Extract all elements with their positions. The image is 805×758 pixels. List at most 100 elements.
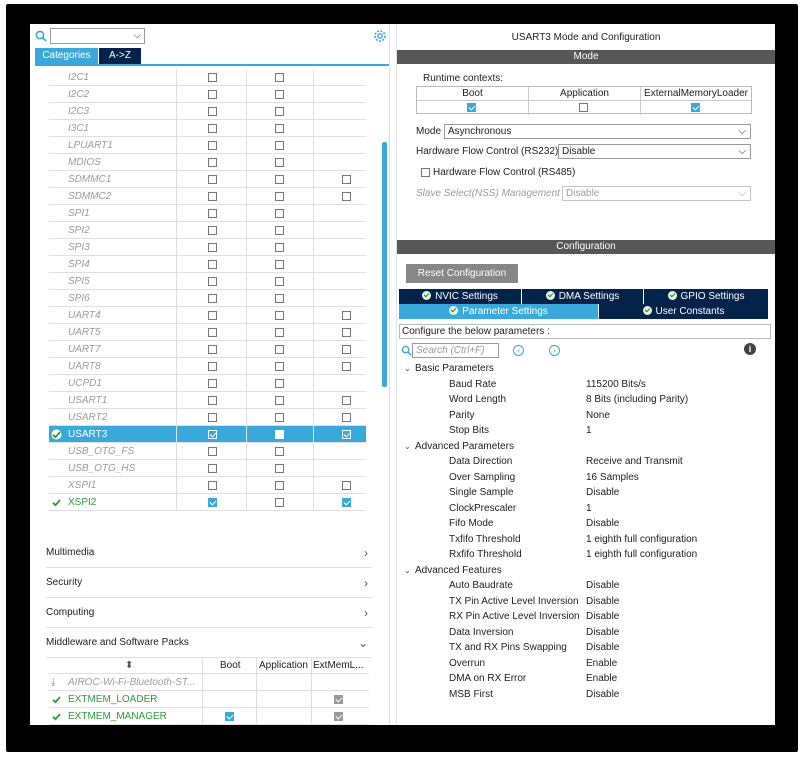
- runtime-application-checkbox[interactable]: [579, 103, 588, 112]
- search-combo[interactable]: ⌵: [50, 28, 145, 44]
- middleware-row[interactable]: EXTMEM_MANAGER: [49, 708, 369, 725]
- boot-checkbox[interactable]: [208, 260, 217, 269]
- parameter-value[interactable]: Disable: [586, 580, 619, 591]
- peripheral-row[interactable]: UCPD1: [49, 375, 366, 392]
- boot-checkbox[interactable]: [208, 430, 217, 439]
- boot-checkbox[interactable]: [208, 328, 217, 337]
- application-checkbox[interactable]: [275, 158, 284, 167]
- boot-checkbox[interactable]: [208, 447, 217, 456]
- search-prev-icon[interactable]: ‹: [513, 345, 524, 356]
- gear-icon[interactable]: [373, 29, 387, 43]
- peripheral-row[interactable]: UART5: [49, 324, 366, 341]
- extmem-checkbox[interactable]: [342, 311, 351, 320]
- splitter[interactable]: [389, 24, 397, 725]
- application-checkbox[interactable]: [275, 141, 284, 150]
- parameter-group[interactable]: ⌄ Basic Parameters: [404, 363, 494, 374]
- peripheral-row[interactable]: USB_OTG_FS: [49, 443, 366, 460]
- peripheral-row[interactable]: SPI5: [49, 273, 366, 290]
- application-checkbox[interactable]: [275, 175, 284, 184]
- tab-parameter-settings[interactable]: Parameter Settings: [399, 304, 598, 319]
- tab-a-to-z[interactable]: A->Z: [99, 48, 141, 64]
- parameter-value[interactable]: Disable: [586, 596, 619, 607]
- extmem-checkbox[interactable]: [342, 362, 351, 371]
- boot-checkbox[interactable]: [208, 73, 217, 82]
- boot-checkbox[interactable]: [208, 413, 217, 422]
- boot-checkbox[interactable]: [208, 481, 217, 490]
- parameter-value[interactable]: 8 Bits (including Parity): [586, 394, 688, 405]
- boot-checkbox[interactable]: [208, 277, 217, 286]
- application-checkbox[interactable]: [275, 226, 284, 235]
- application-checkbox[interactable]: [275, 447, 284, 456]
- peripheral-row[interactable]: I2C2: [49, 86, 366, 103]
- tab-nvic-settings[interactable]: NVIC Settings: [399, 289, 521, 304]
- peripheral-row[interactable]: USART1: [49, 392, 366, 409]
- application-checkbox[interactable]: [275, 413, 284, 422]
- application-checkbox[interactable]: [275, 107, 284, 116]
- application-checkbox[interactable]: [275, 294, 284, 303]
- hwfc-rs485-checkbox[interactable]: [421, 168, 430, 177]
- peripheral-row[interactable]: SPI3: [49, 239, 366, 256]
- extmem-checkbox[interactable]: [342, 396, 351, 405]
- parameter-group[interactable]: ⌄ Advanced Features: [404, 565, 502, 576]
- nss-select[interactable]: Disable ⌵: [562, 186, 751, 201]
- boot-checkbox[interactable]: [208, 90, 217, 99]
- column-header-boot[interactable]: Boot: [220, 657, 241, 674]
- hwfc-rs232-select[interactable]: Disable ⌵: [558, 144, 751, 159]
- boot-checkbox[interactable]: [208, 294, 217, 303]
- parameter-search-input[interactable]: Search (Ctrl+F): [412, 343, 499, 358]
- application-checkbox[interactable]: [275, 379, 284, 388]
- application-checkbox[interactable]: [275, 192, 284, 201]
- tab-user-constants[interactable]: User Constants: [599, 304, 768, 319]
- peripheral-row[interactable]: MDIOS: [49, 154, 366, 171]
- tab-categories[interactable]: Categories: [35, 48, 98, 64]
- boot-checkbox[interactable]: [208, 464, 217, 473]
- column-header-extmem[interactable]: ExtMemL...: [313, 657, 364, 674]
- application-checkbox[interactable]: [275, 362, 284, 371]
- application-checkbox[interactable]: [275, 464, 284, 473]
- category-middleware[interactable]: Middleware and Software Packs ⌄: [46, 628, 372, 658]
- boot-checkbox[interactable]: [208, 107, 217, 116]
- boot-checkbox[interactable]: [208, 158, 217, 167]
- boot-checkbox[interactable]: [208, 243, 217, 252]
- peripheral-row[interactable]: XSPI1: [49, 477, 366, 494]
- boot-checkbox[interactable]: [208, 226, 217, 235]
- category-multimedia[interactable]: Multimedia ›: [46, 538, 372, 568]
- category-security[interactable]: Security ›: [46, 568, 372, 598]
- extmem-checkbox[interactable]: [334, 712, 343, 721]
- runtime-extmem-checkbox[interactable]: [691, 103, 700, 112]
- sort-icon[interactable]: ⬍: [125, 657, 133, 674]
- search-next-icon[interactable]: ›: [549, 345, 560, 356]
- application-checkbox[interactable]: [275, 328, 284, 337]
- parameter-value[interactable]: Disable: [586, 518, 619, 529]
- parameter-value[interactable]: Disable: [586, 689, 619, 700]
- boot-checkbox[interactable]: [208, 345, 217, 354]
- parameter-value[interactable]: Enable: [586, 673, 617, 684]
- peripheral-row[interactable]: XSPI2: [49, 494, 366, 511]
- application-checkbox[interactable]: [275, 277, 284, 286]
- extmem-checkbox[interactable]: [342, 413, 351, 422]
- extmem-checkbox[interactable]: [342, 481, 351, 490]
- parameter-value[interactable]: Enable: [586, 658, 617, 669]
- mode-select[interactable]: Asynchronous ⌵: [444, 124, 751, 139]
- search-icon[interactable]: [35, 30, 47, 42]
- application-checkbox[interactable]: [275, 481, 284, 490]
- boot-checkbox[interactable]: [208, 396, 217, 405]
- peripheral-row[interactable]: SPI4: [49, 256, 366, 273]
- parameter-group[interactable]: ⌄ Advanced Parameters: [404, 441, 514, 452]
- peripheral-row[interactable]: SPI2: [49, 222, 366, 239]
- application-checkbox[interactable]: [275, 209, 284, 218]
- extmem-checkbox[interactable]: [342, 498, 351, 507]
- peripheral-row[interactable]: I2C3: [49, 103, 366, 120]
- application-checkbox[interactable]: [275, 90, 284, 99]
- reset-configuration-button[interactable]: Reset Configuration: [406, 264, 518, 283]
- application-checkbox[interactable]: [275, 73, 284, 82]
- boot-checkbox[interactable]: [208, 192, 217, 201]
- peripheral-row[interactable]: SDMMC1: [49, 171, 366, 188]
- extmem-checkbox[interactable]: [342, 345, 351, 354]
- application-checkbox[interactable]: [275, 430, 284, 439]
- peripheral-row[interactable]: I3C1: [49, 120, 366, 137]
- extmem-checkbox[interactable]: [342, 430, 351, 439]
- middleware-row[interactable]: ⤓ AIROC-Wi-Fi-Bluetooth-ST...: [49, 674, 369, 691]
- extmem-checkbox[interactable]: [342, 192, 351, 201]
- parameter-value[interactable]: 115200 Bits/s: [586, 379, 646, 390]
